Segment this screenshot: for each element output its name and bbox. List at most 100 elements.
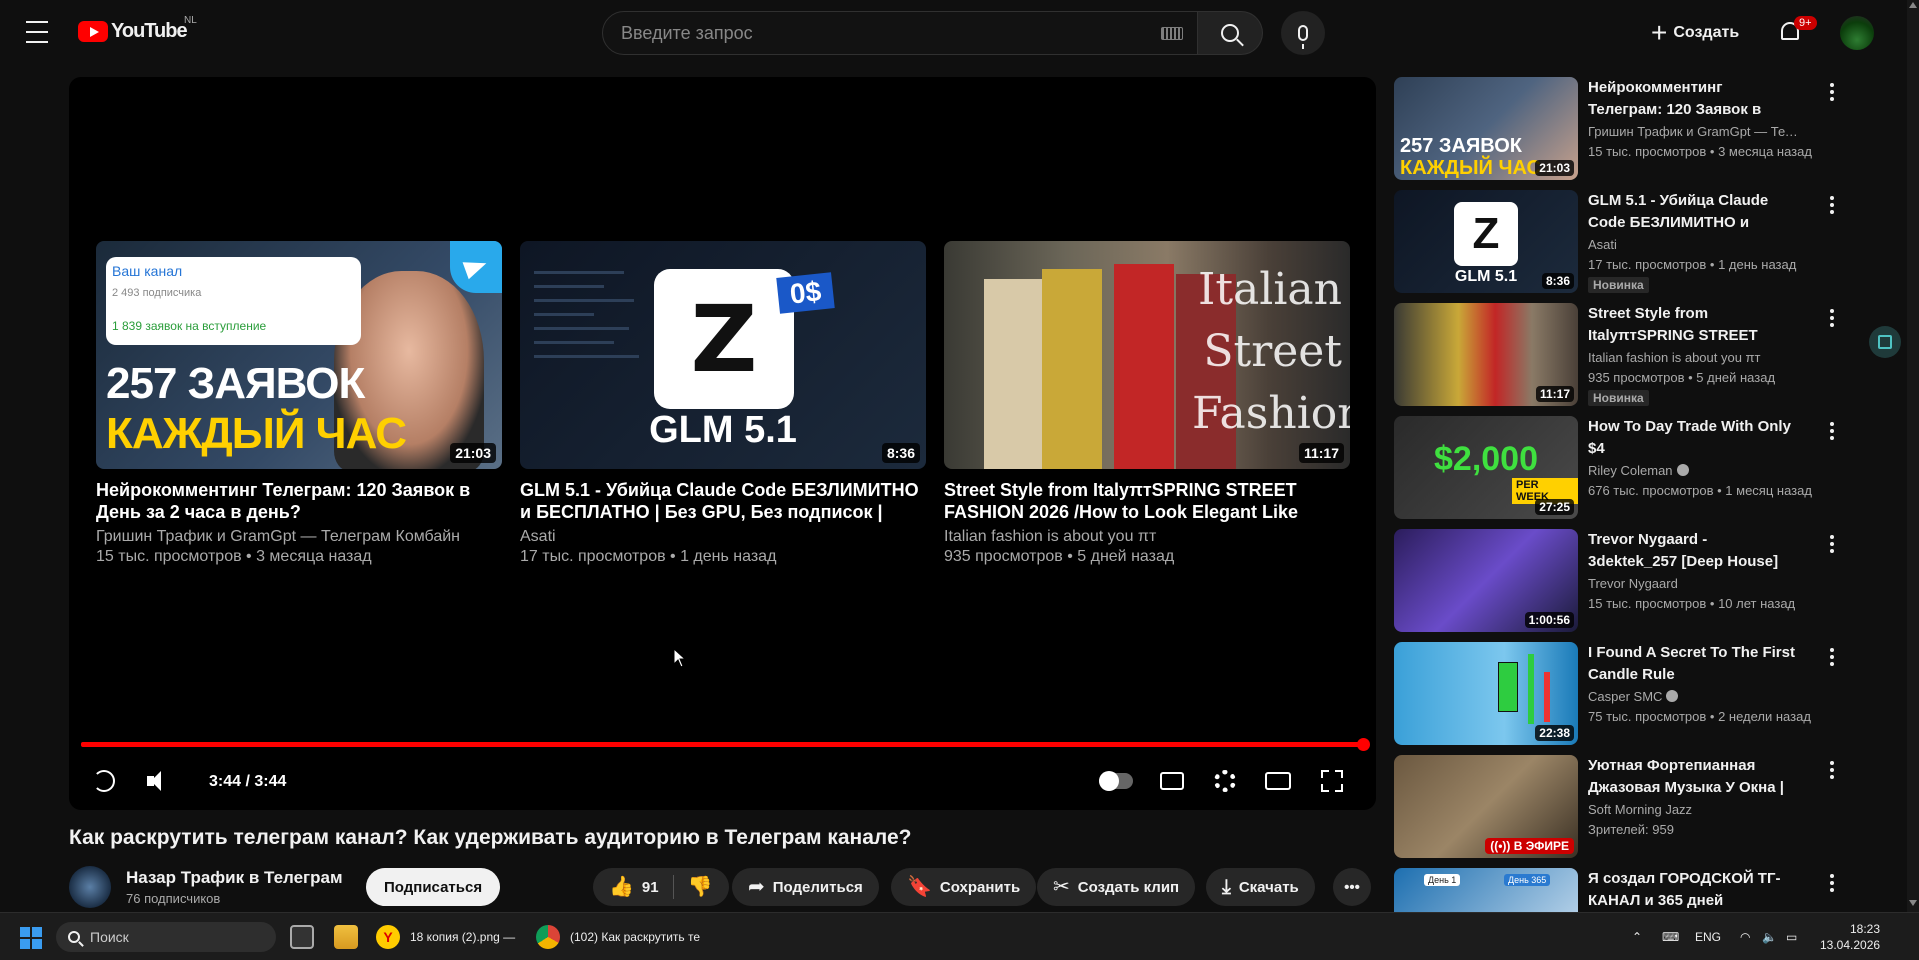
voice-search-button[interactable] bbox=[1281, 11, 1325, 55]
save-button[interactable]: 🔖 Сохранить bbox=[891, 868, 1037, 906]
video-player[interactable]: Ваш канал 2 493 подписчика 1 839 заявок … bbox=[69, 77, 1376, 810]
recommendation-channel[interactable]: Trevor Nygaard bbox=[1588, 574, 1798, 594]
search-button[interactable] bbox=[1198, 11, 1263, 55]
more-vertical-icon[interactable] bbox=[1824, 307, 1840, 329]
share-button[interactable]: ➦ Поделиться bbox=[732, 868, 879, 906]
recommendation-channel[interactable]: Casper SMC bbox=[1588, 689, 1662, 704]
more-vertical-icon[interactable] bbox=[1824, 759, 1840, 781]
taskbar-search[interactable]: Поиск bbox=[56, 922, 276, 952]
more-vertical-icon[interactable] bbox=[1824, 872, 1840, 894]
tray-chevron-icon[interactable]: ⌃ bbox=[1632, 913, 1642, 960]
recommendation-title[interactable]: I Found A Secret To The First Candle Rul… bbox=[1588, 642, 1798, 686]
scroll-down-arrow-icon[interactable] bbox=[1909, 900, 1917, 906]
video-thumbnail[interactable]: Z 0$ GLM 5.1 8:36 bbox=[520, 241, 926, 469]
video-channel[interactable]: Asati bbox=[520, 527, 926, 547]
recommendation-thumbnail[interactable]: 257 ЗАЯВОК КАЖДЫЙ ЧАС 21:03 bbox=[1394, 77, 1578, 180]
end-screen-video[interactable]: Z 0$ GLM 5.1 8:36 GLM 5.1 - Убийца Claud… bbox=[520, 241, 926, 567]
wifi-icon[interactable]: ◠ bbox=[1740, 913, 1750, 960]
recommendation-item[interactable]: Z GLM 5.1 8:36 GLM 5.1 - Убийца Claude C… bbox=[1394, 190, 1840, 303]
recommendation-thumbnail[interactable]: 11:17 bbox=[1394, 303, 1578, 406]
like-count[interactable]: 91 bbox=[642, 879, 659, 896]
recommendation-thumbnail[interactable]: 1:00:56 bbox=[1394, 529, 1578, 632]
recommendation-title[interactable]: Street Style from ItalyπтSPRING STREET F… bbox=[1588, 303, 1798, 347]
recommendation-item[interactable]: ((•)) В ЭФИРЕ Уютная Фортепианная Джазов… bbox=[1394, 755, 1840, 868]
recommendation-thumbnail[interactable]: День 1 День 365 bbox=[1394, 868, 1578, 912]
video-thumbnail[interactable]: Ваш канал 2 493 подписчика 1 839 заявок … bbox=[96, 241, 502, 469]
like-icon[interactable]: 👍 bbox=[609, 877, 634, 897]
end-screen-video[interactable]: Ваш канал 2 493 подписчика 1 839 заявок … bbox=[96, 241, 502, 567]
recommendation-item[interactable]: 257 ЗАЯВОК КАЖДЫЙ ЧАС 21:03 Нейрокоммент… bbox=[1394, 77, 1840, 190]
recommendation-title[interactable]: How To Day Trade With Only $4 bbox=[1588, 416, 1798, 460]
youtube-logo[interactable]: YouTube NL bbox=[78, 15, 197, 43]
more-actions-button[interactable]: ••• bbox=[1333, 868, 1371, 906]
recommendation-channel[interactable]: Гришин Трафик и GramGpt — Телеграм... bbox=[1588, 122, 1798, 142]
recommendation-title[interactable]: Нейрокомментинг Телеграм: 120 Заявок в Д… bbox=[1588, 77, 1798, 121]
recommendation-item[interactable]: 11:17 Street Style from ItalyπтSPRING ST… bbox=[1394, 303, 1840, 416]
subtitles-button[interactable] bbox=[1154, 763, 1190, 799]
file-explorer-icon[interactable] bbox=[334, 925, 358, 949]
clip-button[interactable]: ✂ Создать клип bbox=[1037, 868, 1196, 906]
progress-bar[interactable] bbox=[81, 738, 1370, 751]
task-view-icon[interactable] bbox=[290, 925, 314, 949]
recommendation-title[interactable]: Уютная Фортепианная Джазовая Музыка У Ок… bbox=[1588, 755, 1798, 799]
more-vertical-icon[interactable] bbox=[1824, 533, 1840, 555]
more-vertical-icon[interactable] bbox=[1824, 81, 1840, 103]
language-indicator[interactable]: ENG bbox=[1695, 913, 1721, 960]
theater-mode-button[interactable] bbox=[1260, 763, 1296, 799]
mute-button[interactable] bbox=[141, 763, 177, 799]
speaker-icon[interactable]: 🔈 bbox=[1762, 913, 1777, 960]
video-title[interactable]: Street Style from ItalyπтSPRING STREET F… bbox=[944, 479, 1350, 523]
recommendation-channel[interactable]: Soft Morning Jazz bbox=[1588, 800, 1798, 820]
settings-button[interactable] bbox=[1207, 763, 1243, 799]
channel-name[interactable]: Назар Трафик в Телеграм bbox=[126, 868, 343, 888]
dislike-icon[interactable]: 👎 bbox=[688, 877, 713, 897]
recommendation-title[interactable]: GLM 5.1 - Убийца Claude Code БЕЗЛИМИТНО … bbox=[1588, 190, 1798, 234]
recommendation-item[interactable]: 1:00:56 Trevor Nygaard - 3dektek_257 [De… bbox=[1394, 529, 1840, 642]
taskbar-app-chrome[interactable]: (102) Как раскрутить те bbox=[536, 921, 700, 953]
more-vertical-icon[interactable] bbox=[1824, 420, 1840, 442]
windows-start-icon[interactable] bbox=[20, 927, 42, 949]
video-channel[interactable]: Italian fashion is about you πт bbox=[944, 527, 1350, 547]
video-title[interactable]: GLM 5.1 - Убийца Claude Code БЕЗЛИМИТНО … bbox=[520, 479, 926, 523]
autoplay-toggle[interactable] bbox=[1098, 763, 1134, 799]
replay-button[interactable] bbox=[86, 763, 122, 799]
download-button[interactable]: ⤓ Скачать bbox=[1206, 868, 1315, 906]
recommendation-item[interactable]: 22:38 I Found A Secret To The First Cand… bbox=[1394, 642, 1840, 755]
recommendation-item[interactable]: День 1 День 365 Я создал ГОРОДСКОЙ ТГ-КА… bbox=[1394, 868, 1840, 912]
subscribe-button[interactable]: Подписаться bbox=[366, 868, 501, 906]
recommendation-item[interactable]: $2,000 PER WEEK 27:25 How To Day Trade W… bbox=[1394, 416, 1840, 529]
create-button[interactable]: + Создать bbox=[1651, 15, 1739, 51]
extension-icon[interactable] bbox=[1869, 326, 1901, 358]
recommendation-title[interactable]: Я создал ГОРОДСКОЙ ТГ-КАНАЛ и 365 дней п… bbox=[1588, 868, 1798, 912]
progress-scrubber[interactable] bbox=[1357, 738, 1370, 751]
keyboard-icon[interactable] bbox=[1161, 27, 1183, 40]
search-input[interactable] bbox=[621, 22, 1101, 44]
recommendation-thumbnail[interactable]: 22:38 bbox=[1394, 642, 1578, 745]
scrollbar[interactable] bbox=[1907, 0, 1919, 912]
account-avatar[interactable] bbox=[1840, 16, 1874, 50]
recommendation-title[interactable]: Trevor Nygaard - 3dektek_257 [Deep House… bbox=[1588, 529, 1798, 573]
recommendation-meta: 676 тыс. просмотров • 1 месяц назад bbox=[1588, 483, 1812, 498]
scroll-up-arrow-icon[interactable] bbox=[1909, 2, 1917, 8]
video-title[interactable]: Нейрокомментинг Телеграм: 120 Заявок в Д… bbox=[96, 479, 502, 523]
end-screen-video[interactable]: Italian Street Fashion 11:17 Street Styl… bbox=[944, 241, 1350, 567]
video-thumbnail[interactable]: Italian Street Fashion 11:17 bbox=[944, 241, 1350, 469]
keyboard-tray-icon[interactable]: ⌨ bbox=[1662, 913, 1679, 960]
more-vertical-icon[interactable] bbox=[1824, 646, 1840, 668]
video-channel[interactable]: Гришин Трафик и GramGpt — Телеграм Комба… bbox=[96, 527, 502, 547]
battery-icon[interactable]: ▭ bbox=[1786, 913, 1797, 960]
taskbar-clock[interactable]: 18:23 13.04.2026 bbox=[1820, 921, 1880, 953]
recommendation-channel[interactable]: Riley Coleman bbox=[1588, 463, 1673, 478]
recommendation-thumbnail[interactable]: Z GLM 5.1 8:36 bbox=[1394, 190, 1578, 293]
recommendation-channel[interactable]: Asati bbox=[1588, 235, 1798, 255]
fullscreen-button[interactable] bbox=[1314, 763, 1350, 799]
autoplay-icon bbox=[1099, 771, 1133, 791]
menu-icon[interactable] bbox=[26, 21, 52, 43]
recommendation-thumbnail[interactable]: ((•)) В ЭФИРЕ bbox=[1394, 755, 1578, 858]
recommendation-channel[interactable]: Italian fashion is about you πт bbox=[1588, 348, 1798, 368]
recommendation-thumbnail[interactable]: $2,000 PER WEEK 27:25 bbox=[1394, 416, 1578, 519]
channel-avatar[interactable] bbox=[69, 866, 111, 908]
taskbar-app-yandex[interactable]: Y 18 копия (2).png — bbox=[376, 921, 515, 953]
volume-icon bbox=[147, 771, 171, 791]
more-vertical-icon[interactable] bbox=[1824, 194, 1840, 216]
